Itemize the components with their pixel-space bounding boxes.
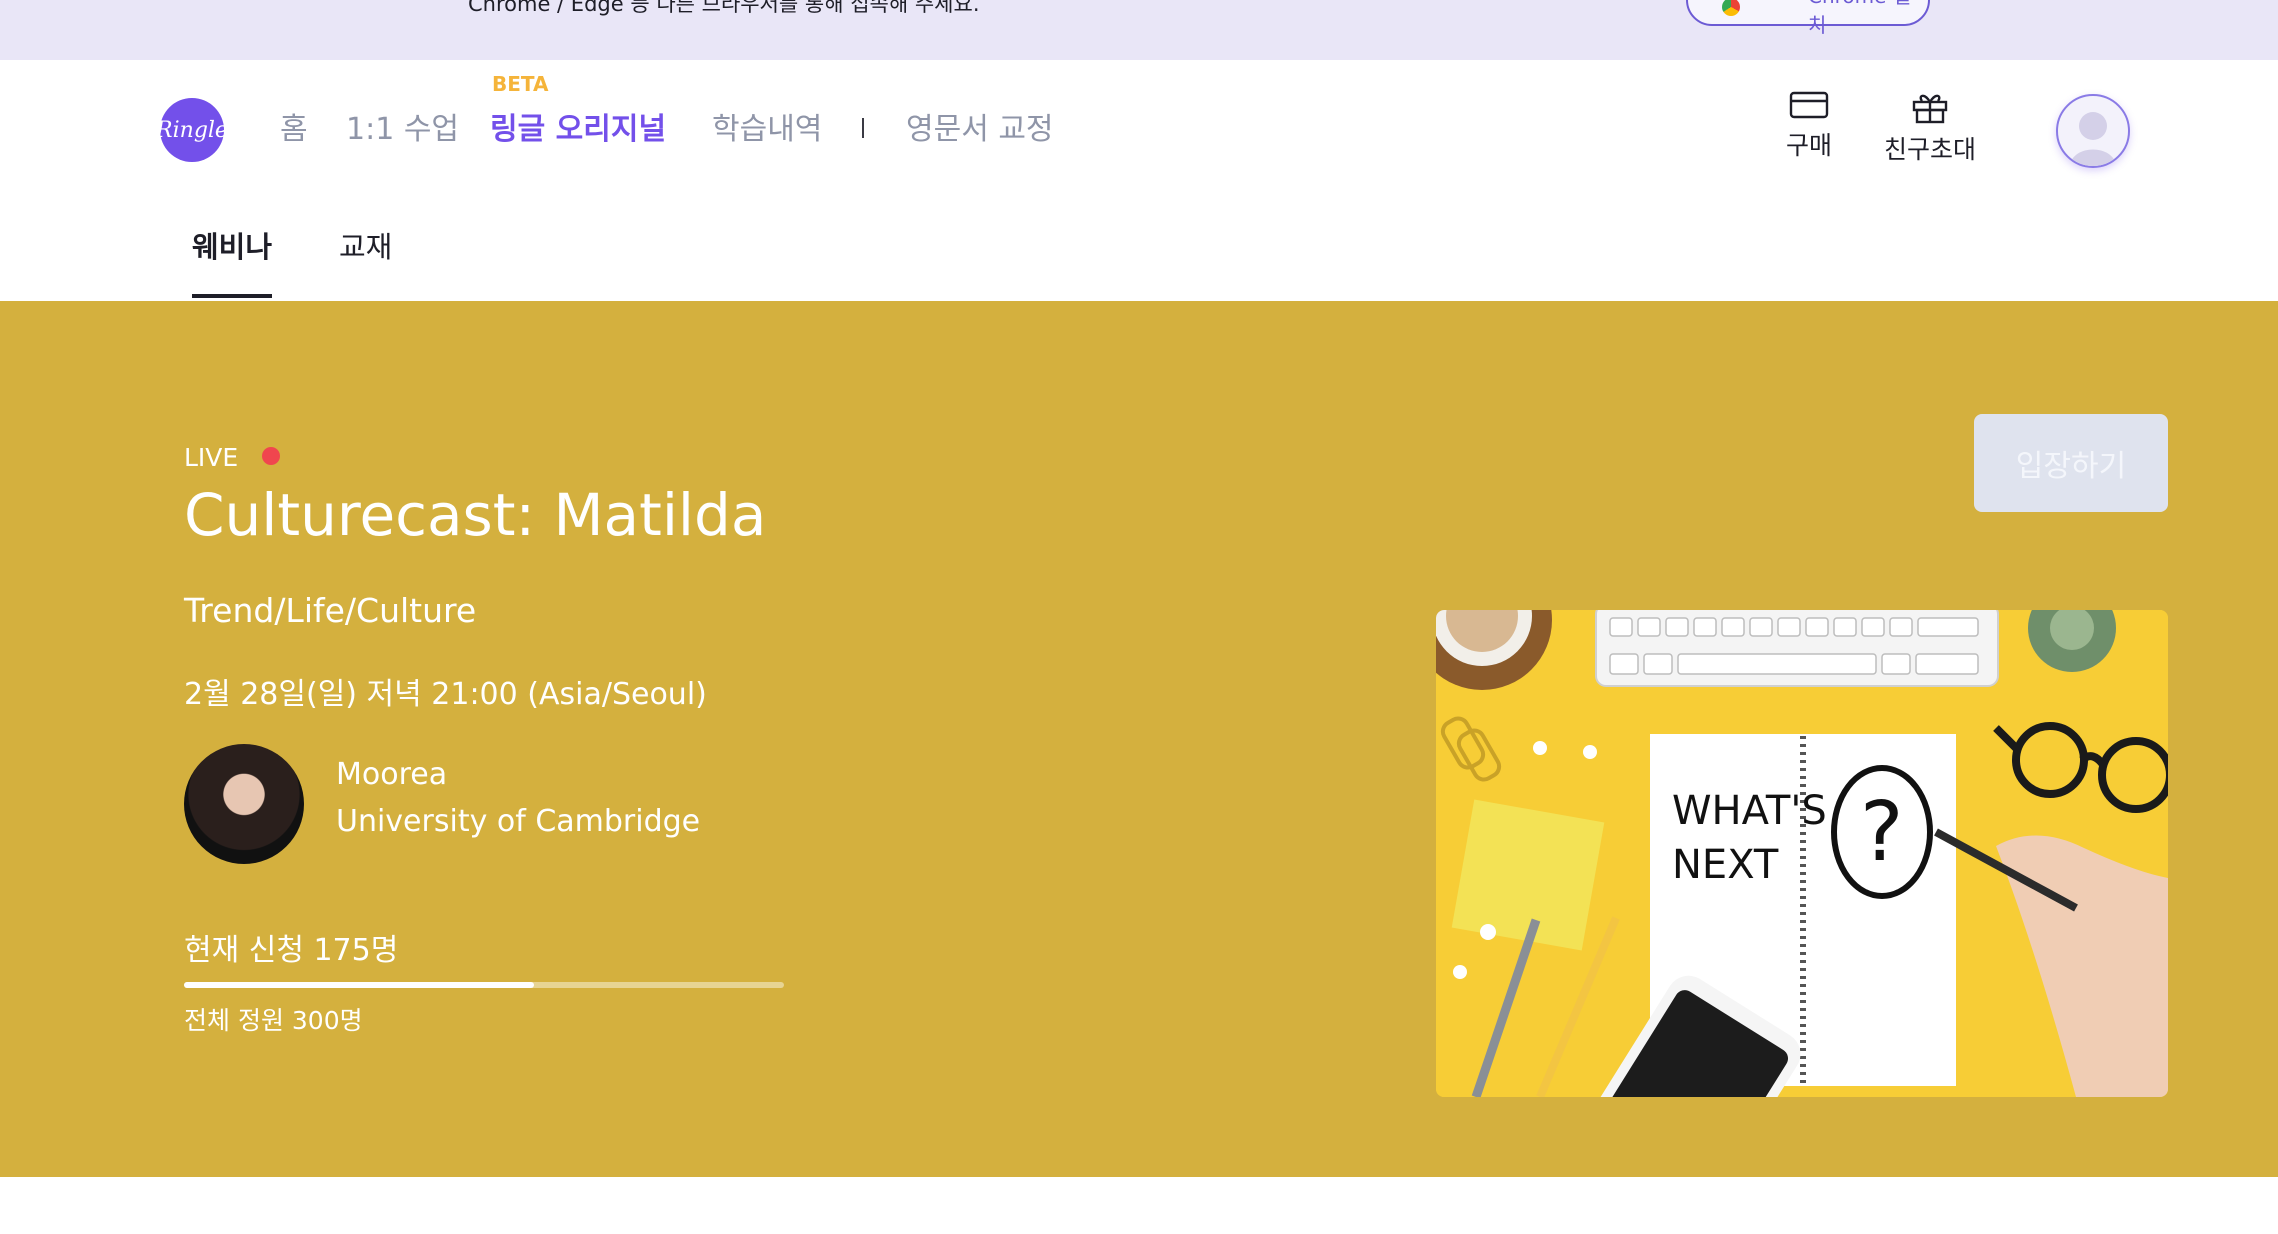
tab-webinar[interactable]: 웨비나 (192, 224, 273, 298)
nav-home[interactable]: 홈 (280, 104, 308, 148)
chrome-install-button[interactable]: Chrome 설치 (1686, 0, 1930, 37)
browser-notice-banner: Chrome / Edge 등 다른 브라우저를 통해 접속해 주세요. Chr… (0, 0, 2278, 60)
speaker-name: Moorea (336, 757, 448, 792)
credit-card-icon (1789, 91, 1829, 119)
browser-notice-text: Chrome / Edge 등 다른 브라우저를 통해 접속해 주세요. (468, 0, 980, 16)
nav-ringle-original[interactable]: 링글 오리지널 (490, 104, 666, 148)
purchase-button[interactable]: 구매 (1786, 90, 1832, 162)
speaker-organization: University of Cambridge (336, 804, 701, 839)
tab-textbook[interactable]: 교재 (339, 224, 392, 294)
invite-label: 친구초대 (1884, 135, 1977, 164)
webinar-thumbnail: WHAT'S NEXT ? (1436, 610, 2168, 1097)
user-silhouette-icon (2070, 112, 2116, 166)
registration-progress-fill (184, 982, 534, 988)
nav-divider (862, 118, 864, 138)
live-label: LIVE (184, 443, 239, 472)
gift-icon (1912, 94, 1948, 124)
webinar-hero: LIVE Culturecast: Matilda Trend/Life/Cul… (0, 301, 2278, 1177)
beta-badge: BETA (492, 72, 549, 96)
content-tabs: 웨비나 교재 (0, 200, 2278, 301)
top-navigation: Ringle 홈 1:1 수업 BETA 링글 오리지널 학습내역 영문서 교정… (0, 60, 2278, 201)
invite-friend-button[interactable]: 친구초대 (1884, 90, 1976, 166)
webinar-title: Culturecast: Matilda (184, 481, 767, 549)
whats-next-illustration: WHAT'S NEXT ? (1436, 610, 2168, 1097)
applied-count-text: 현재 신청 175명 (184, 933, 399, 968)
thumbnail-text-line1: WHAT'S (1672, 788, 1827, 834)
purchase-label: 구매 (1786, 131, 1833, 160)
enter-webinar-button[interactable]: 입장하기 (1974, 414, 2168, 512)
ringle-logo[interactable]: Ringle (156, 98, 228, 162)
webinar-category: Trend/Life/Culture (184, 591, 477, 630)
speaker-photo (184, 744, 304, 864)
live-indicator-icon (262, 447, 280, 465)
question-mark-icon: ? (1860, 785, 1904, 880)
nav-1on1-lesson[interactable]: 1:1 수업 (346, 104, 459, 148)
webinar-datetime: 2월 28일(일) 저녁 21:00 (Asia/Seoul) (184, 677, 707, 712)
chrome-install-label: Chrome 설치 (1808, 0, 1911, 37)
thumbnail-text-line2: NEXT (1672, 842, 1779, 888)
nav-learning-history[interactable]: 학습내역 (712, 104, 822, 148)
profile-avatar[interactable] (2056, 94, 2130, 168)
registration-progress-bar (184, 982, 784, 988)
capacity-text: 전체 정원 300명 (184, 1006, 363, 1035)
chrome-icon (1722, 0, 1740, 16)
nav-document-editing[interactable]: 영문서 교정 (906, 104, 1054, 148)
